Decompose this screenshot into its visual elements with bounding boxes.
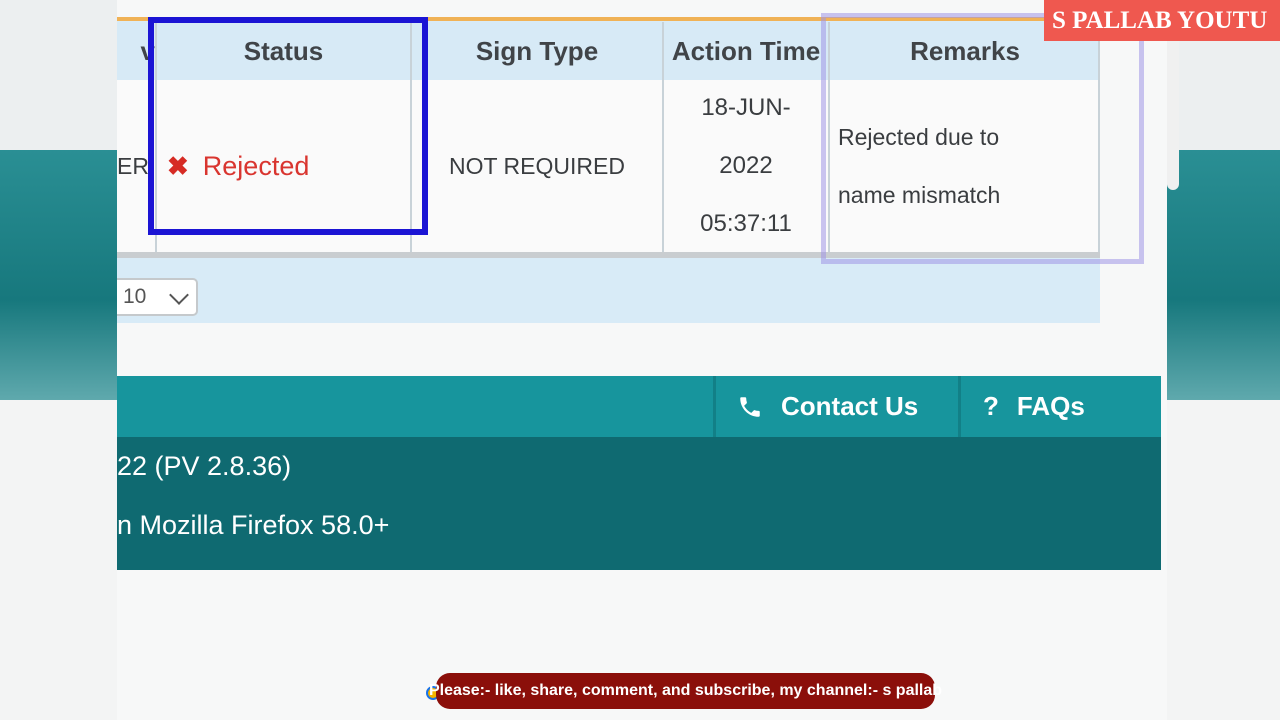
cell-action-time: 18-JUN- 2022 05:37:11 [664, 80, 828, 252]
footer-divider [713, 376, 716, 437]
faqs-link[interactable]: ? FAQs [983, 376, 1085, 437]
page-size-select[interactable]: 10 [117, 278, 198, 316]
site-footer: Contact Us ? FAQs 22 (PV 2.8.36) n Mozil… [117, 376, 1161, 570]
left-bg-teal [0, 150, 117, 400]
contact-us-link[interactable]: Contact Us [737, 376, 918, 437]
action-time-year: 2022 [719, 152, 773, 179]
left-background [0, 0, 117, 720]
chevron-down-icon [169, 285, 189, 305]
right-bg-teal [1167, 150, 1280, 400]
subscribe-banner: Please:- like, share, comment, and subsc… [429, 673, 942, 709]
action-time-clock: 05:37:11 [700, 210, 792, 237]
footer-browser-text: n Mozilla Firefox 58.0+ [117, 510, 390, 540]
question-icon: ? [983, 391, 999, 421]
main-screen: v Status Sign Type Action Time Remarks E… [117, 0, 1167, 720]
faqs-label: FAQs [1016, 391, 1085, 421]
cell-sign-type: NOT REQUIRED [412, 80, 662, 252]
header-sign-type: Sign Type [412, 22, 662, 80]
left-bg-top [0, 0, 117, 150]
contact-us-label: Contact Us [781, 391, 919, 421]
action-time-date: 18-JUN- [701, 94, 791, 121]
column-divider [662, 22, 664, 252]
footer-link-bar: Contact Us ? FAQs [117, 376, 1161, 437]
channel-watermark: S PALLAB YOUTU [1044, 0, 1280, 41]
header-action-time: Action Time [664, 22, 828, 80]
right-background [1167, 0, 1280, 720]
phone-icon [740, 396, 760, 417]
status-highlight-box [148, 17, 428, 235]
footer-divider [958, 376, 961, 437]
left-bg-bottom [0, 400, 117, 720]
page-size-value: 10 [123, 285, 147, 308]
right-bg-bottom [1167, 400, 1280, 720]
remarks-highlight-box [821, 13, 1144, 264]
footer-version-text: 22 (PV 2.8.36) [117, 451, 292, 481]
